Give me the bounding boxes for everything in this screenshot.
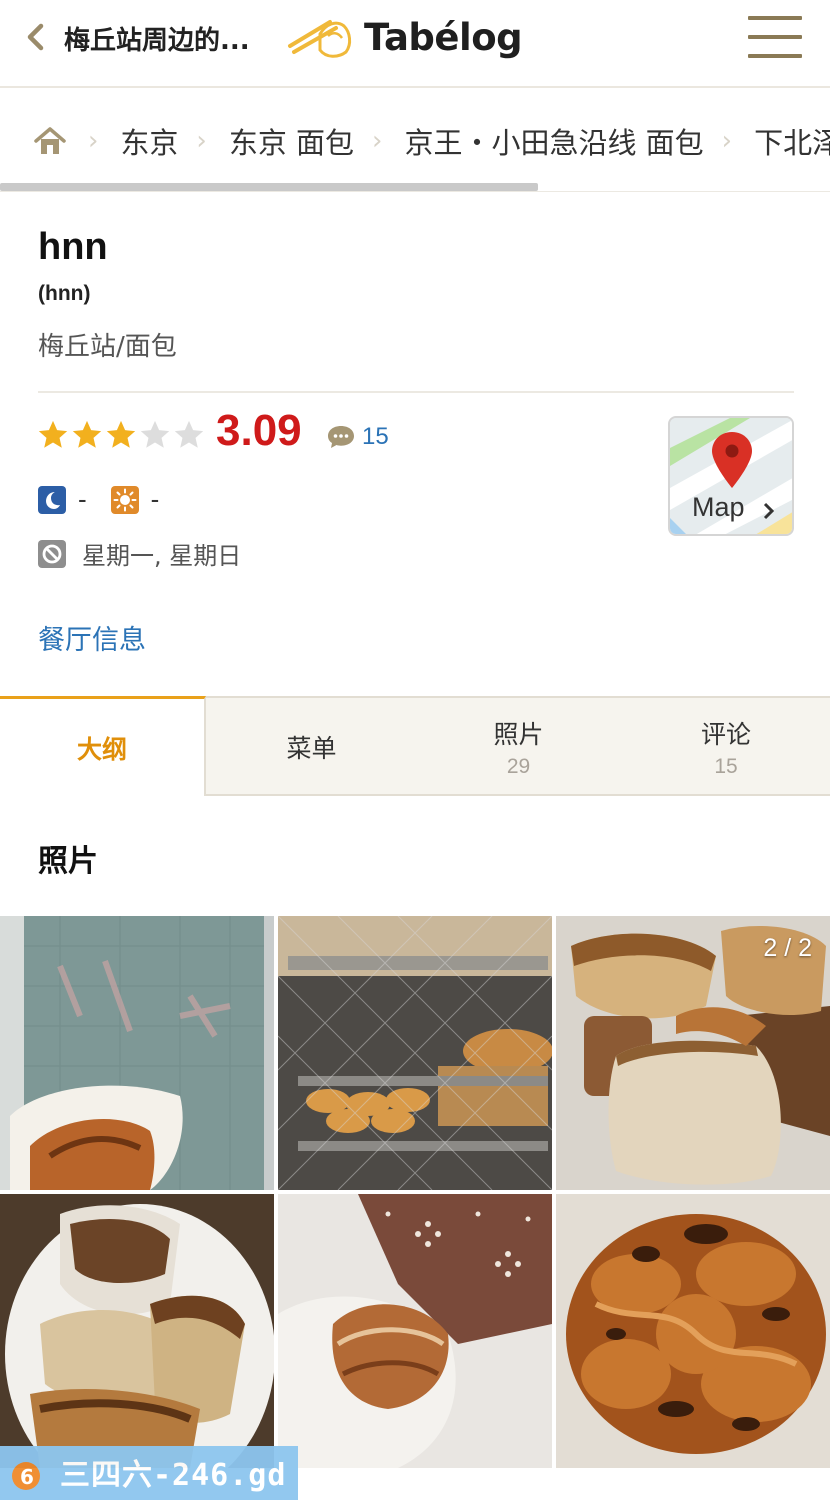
hamburger-menu-icon[interactable] [748,16,802,60]
star-filled-icon [106,420,136,448]
star-filled-icon [72,420,102,448]
watermark: 6 三四六-246.gd [0,1446,298,1500]
logo-text: Tabélog [364,16,523,59]
watermark-logo-icon: 6 [12,1462,40,1490]
chevron-right-icon [763,502,775,520]
photo-thumbnail[interactable] [278,1194,552,1468]
dinner-budget: - [78,484,87,514]
star-empty-icon [174,420,204,448]
lunch-budget: - [150,484,160,514]
star-rating [36,418,206,452]
breadcrumb-item[interactable]: 下北泽 [754,120,830,162]
photo-thumbnail[interactable] [0,1194,274,1468]
breadcrumb-item[interactable]: 京王・小田急沿线 面包 [404,120,703,162]
chat-bubble-icon[interactable] [326,424,356,450]
map-label: Map [692,492,745,522]
star-empty-icon [140,420,170,448]
tab-overview[interactable]: 大纲 [0,696,206,796]
budget-row: - - [38,484,183,515]
restaurant-category: 梅丘站/面包 [38,332,177,362]
chevron-right-icon: › [88,126,99,156]
tab-label: 大纲 [76,734,127,764]
breadcrumb-item[interactable]: 东京 [120,120,178,162]
breadcrumb: › 东京 › 东京 面包 › 京王・小田急沿线 面包 › 下北泽 [0,90,830,192]
home-icon[interactable] [34,126,66,156]
watermark-text: 三四六-246.gd [60,1458,287,1493]
photo-thumbnail[interactable]: 2 / 2 [556,916,830,1190]
breadcrumb-scrollbar[interactable] [0,183,538,191]
closed-days: 星期一, 星期日 [82,542,242,570]
chevron-right-icon: › [196,126,207,156]
photo-thumbnail[interactable] [0,916,274,1190]
app-header: 梅丘站周边的... Tabélog [0,0,830,88]
chevron-left-icon[interactable] [22,22,52,52]
tab-reviews[interactable]: 评论 15 [622,698,830,796]
tab-label: 菜单 [286,734,337,763]
review-count-link[interactable]: 15 [362,423,389,451]
tab-count: 29 [506,755,531,778]
star-filled-icon [38,420,68,448]
svg-text:6: 6 [20,1465,34,1489]
restaurant-info-link[interactable]: 餐厅信息 [38,618,146,657]
rating-score: 3.09 [216,406,302,455]
restaurant-name: hnn [38,226,108,268]
photo-grid: 2 / 2 [0,916,830,1470]
tab-bar: 大纲 菜单 照片 29 评论 15 [0,696,830,796]
map-button[interactable]: Map [668,416,794,536]
back-title[interactable]: 梅丘站周边的... [64,20,250,57]
restaurant-name-sub: (hnn) [38,282,91,305]
tabelog-logo[interactable]: Tabélog [286,14,523,64]
photo-thumbnail[interactable] [278,916,552,1190]
tab-label: 评论 [700,720,751,749]
tab-label: 照片 [493,720,544,749]
chopsticks-logo-icon [288,20,352,58]
no-entry-icon [38,539,66,568]
moon-icon [38,485,66,514]
photo-counter: 2 / 2 [763,934,812,962]
chevron-right-icon: › [721,126,733,156]
divider [38,391,794,393]
photo-thumbnail[interactable] [556,1194,830,1468]
tab-menu[interactable]: 菜单 [208,698,415,796]
sun-icon [110,485,139,514]
photos-section-title: 照片 [38,844,98,879]
chevron-right-icon: › [372,126,383,156]
closed-days-row: 星期一, 星期日 [38,536,241,571]
breadcrumb-item[interactable]: 东京 面包 [229,120,354,162]
tab-photos[interactable]: 照片 29 [415,698,622,796]
tab-count: 15 [714,755,738,778]
